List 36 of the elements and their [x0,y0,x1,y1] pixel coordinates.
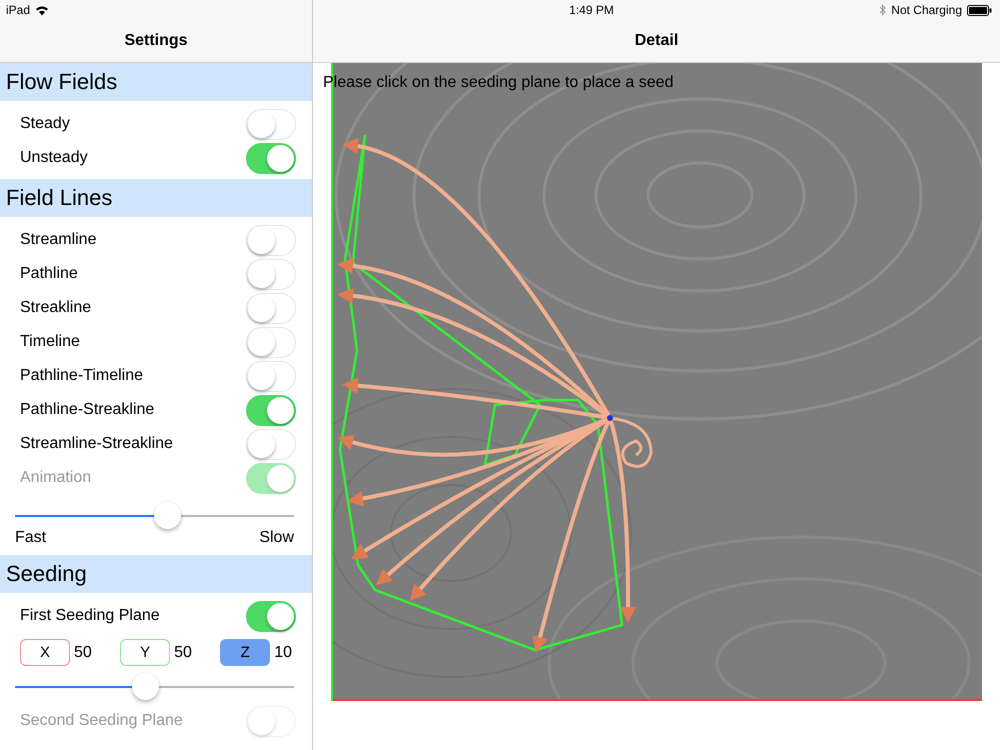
slider-min-label: Fast [15,529,46,547]
setting-label: Animation [20,469,92,487]
carrier-label: iPad [6,3,30,17]
axis-button[interactable]: X [20,639,70,666]
toggle-switch[interactable] [246,600,296,632]
axis-button[interactable]: Y [120,639,170,666]
nav-title: Detail [634,32,678,50]
toggle-switch[interactable] [246,142,296,174]
setting-label: Streakline [20,299,92,317]
setting-label: Timeline [20,333,80,351]
slider-max-label: Slow [259,529,294,547]
setting-label: Streamline [20,231,96,249]
axis-value: 10 [274,644,292,662]
setting-label: Second Seeding Plane [20,712,183,730]
clock-label: 1:49 PM [569,3,614,17]
section-header: Flow Fields [0,63,312,101]
setting-label: Pathline-Streakline [20,401,154,419]
slider-thumb[interactable] [154,502,182,529]
wifi-icon [35,4,50,16]
setting-label: First Seeding Plane [20,607,160,625]
setting-label: Streamline-Streakline [20,435,173,453]
section-header: Seeding [0,555,312,593]
axis-value: 50 [74,644,92,662]
nav-title: Settings [124,32,188,50]
axis-button[interactable]: Z [220,639,270,666]
section-header: Field Lines [0,179,312,217]
setting-label: Steady [20,115,70,133]
bluetooth-icon [879,4,886,16]
setting-label: Pathline [20,265,78,283]
axis-value: 50 [174,644,192,662]
toggle-switch[interactable] [246,394,296,426]
battery-icon [967,4,992,16]
setting-label: Pathline-Timeline [20,367,144,385]
setting-label: Unsteady [20,149,88,167]
slider-thumb[interactable] [132,673,160,700]
battery-status-label: Not Charging [891,3,962,17]
